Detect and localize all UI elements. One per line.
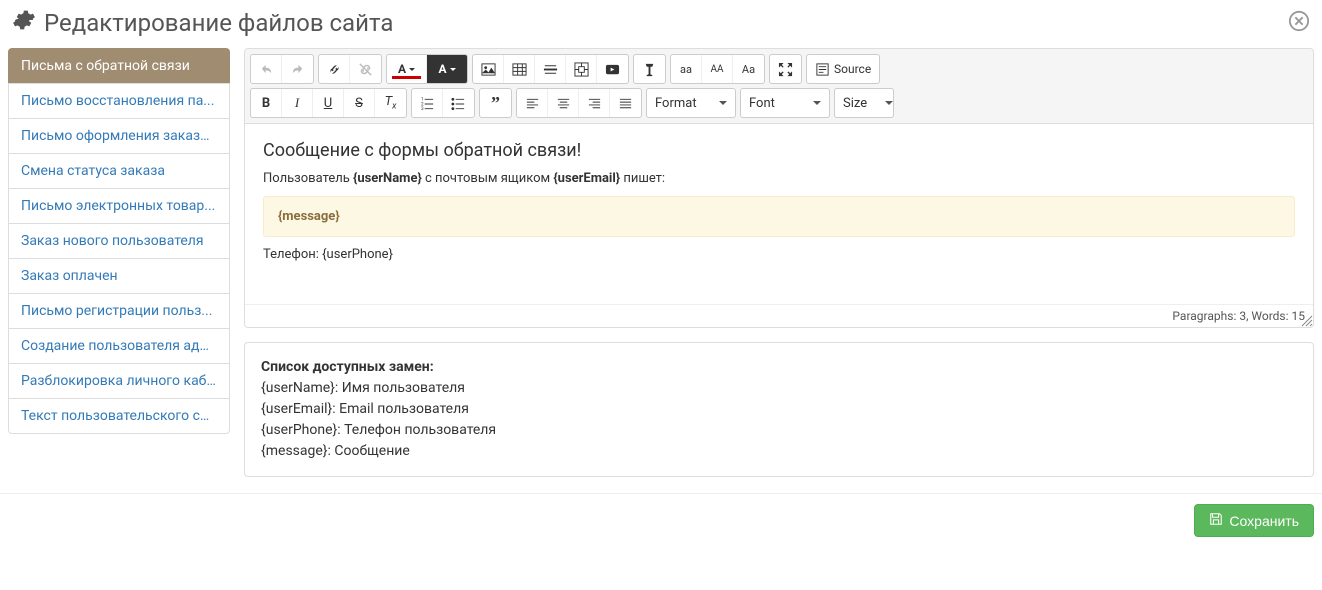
save-button[interactable]: Сохранить	[1194, 504, 1314, 537]
redo-button[interactable]	[282, 55, 313, 83]
align-center-button[interactable]	[548, 89, 579, 117]
image-button[interactable]	[473, 55, 504, 83]
text-color-button[interactable]: A	[387, 55, 427, 83]
close-button[interactable]	[1288, 10, 1310, 36]
content-message-box: {message}	[263, 196, 1295, 237]
align-justify-button[interactable]	[610, 89, 641, 117]
blockquote-button[interactable]: ”	[480, 89, 511, 117]
uppercase-button[interactable]: AA	[702, 55, 733, 83]
sidebar: Письма с обратной связи Письмо восстанов…	[8, 48, 230, 477]
table-button[interactable]	[504, 55, 535, 83]
replacements-panel: Список доступных замен: {userName}: Имя …	[244, 342, 1314, 477]
sidebar-item-register[interactable]: Письмо регистрации польз...	[8, 293, 230, 329]
gears-icon	[12, 8, 36, 38]
ul-button[interactable]	[443, 89, 474, 117]
replacement-item: {message}: Сообщение	[261, 441, 1297, 462]
ol-button[interactable]: 123	[412, 89, 443, 117]
lowercase-button[interactable]: aa	[671, 55, 702, 83]
page-header: Редактирование файлов сайта	[0, 0, 1322, 48]
size-dropdown[interactable]: Size	[834, 88, 894, 118]
chevron-down-icon	[719, 101, 727, 105]
replacement-item: {userPhone}: Телефон пользователя	[261, 420, 1297, 441]
sidebar-item-newuser[interactable]: Заказ нового пользователя	[8, 223, 230, 259]
sidebar-item-egoods[interactable]: Письмо электронных товар...	[8, 188, 230, 224]
underline-button[interactable]: U	[313, 89, 344, 117]
link-button[interactable]	[319, 55, 350, 83]
italic-button[interactable]: I	[282, 89, 313, 117]
source-button[interactable]: Source	[807, 55, 879, 83]
sidebar-item-adminuser[interactable]: Создание пользователя адм...	[8, 328, 230, 364]
sidebar-item-password[interactable]: Письмо восстановления па...	[8, 83, 230, 119]
align-left-button[interactable]	[517, 89, 548, 117]
capitalize-button[interactable]: Aa	[733, 55, 764, 83]
page-title: Редактирование файлов сайта	[44, 9, 393, 37]
editor: A A aa AA	[244, 48, 1314, 328]
content-phone: Телефон: {userPhone}	[263, 247, 1295, 262]
sidebar-item-status[interactable]: Смена статуса заказа	[8, 153, 230, 189]
chevron-down-icon	[813, 101, 821, 105]
font-dropdown[interactable]: Font	[740, 88, 830, 118]
sidebar-item-custom[interactable]: Текст пользовательского со...	[8, 398, 230, 434]
replacements-title: Список доступных замен:	[261, 357, 1297, 378]
svg-text:3: 3	[420, 106, 423, 111]
bg-color-button[interactable]: A	[427, 55, 467, 83]
editor-content[interactable]: Сообщение с формы обратной связи! Пользо…	[245, 124, 1313, 304]
replacement-item: {userName}: Имя пользователя	[261, 378, 1297, 399]
content-heading: Сообщение с формы обратной связи!	[263, 140, 1295, 161]
unlink-button[interactable]	[350, 55, 381, 83]
main-area: A A aa AA	[244, 48, 1314, 477]
toolbar: A A aa AA	[245, 49, 1313, 124]
maximize-button[interactable]	[770, 55, 801, 83]
page-title-wrap: Редактирование файлов сайта	[12, 8, 393, 38]
anchor-button[interactable]	[634, 55, 665, 83]
status-bar: Paragraphs: 3, Words: 15	[245, 304, 1313, 327]
hr-button[interactable]	[535, 55, 566, 83]
sidebar-item-unlock[interactable]: Разблокировка личного каб...	[8, 363, 230, 399]
sidebar-item-paid[interactable]: Заказ оплачен	[8, 258, 230, 294]
resize-handle[interactable]	[1301, 315, 1313, 327]
source-label: Source	[834, 62, 871, 76]
sidebar-item-order[interactable]: Письмо оформления заказа...	[8, 118, 230, 154]
chevron-down-icon	[885, 101, 893, 105]
save-icon	[1209, 512, 1223, 529]
replacement-item: {userEmail}: Email пользователя	[261, 399, 1297, 420]
content-line1: Пользователь {userName} с почтовым ящико…	[263, 171, 1295, 186]
clear-format-button[interactable]: Tx	[375, 89, 406, 117]
footer: Сохранить	[0, 493, 1322, 547]
save-label: Сохранить	[1229, 513, 1299, 529]
iframe-button[interactable]	[566, 55, 597, 83]
undo-button[interactable]	[251, 55, 282, 83]
bold-button[interactable]: B	[251, 89, 282, 117]
strike-button[interactable]: S	[344, 89, 375, 117]
sidebar-item-feedback[interactable]: Письма с обратной связи	[8, 48, 230, 84]
align-right-button[interactable]	[579, 89, 610, 117]
format-dropdown[interactable]: Format	[646, 88, 736, 118]
word-count: Paragraphs: 3, Words: 15	[1172, 309, 1305, 323]
youtube-button[interactable]	[597, 55, 628, 83]
